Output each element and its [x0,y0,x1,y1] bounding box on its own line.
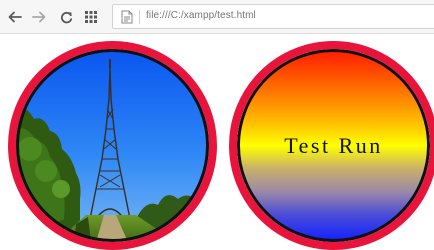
back-arrow-icon[interactable] [6,8,24,26]
page-content: Test Run [0,34,434,250]
address-url[interactable]: file:///C:/xampp/test.html [146,10,256,21]
address-separator [139,10,140,24]
reload-icon[interactable] [57,8,75,26]
address-bar[interactable]: file:///C:/xampp/test.html [112,4,434,29]
browser-toolbar: file:///C:/xampp/test.html [0,0,434,34]
eiffel-tower-image [16,49,209,242]
eiffel-tower-photo-circle [8,41,217,250]
page-icon [121,10,133,24]
forward-arrow-icon[interactable] [30,8,48,26]
test-run-gradient-circle: Test Run [229,41,434,250]
apps-grid-icon[interactable] [82,8,100,26]
test-run-label: Test Run [284,132,383,158]
